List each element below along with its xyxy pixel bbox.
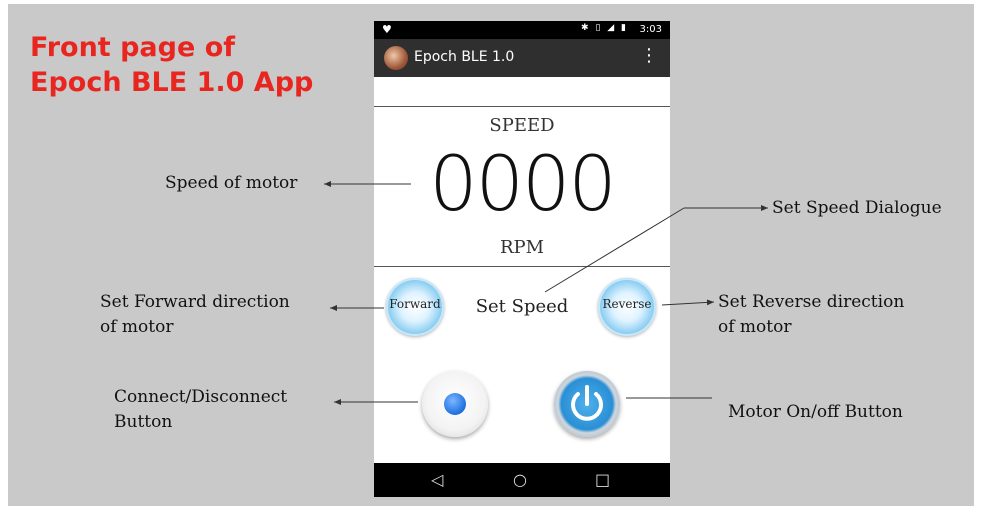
arrow-set-speed — [544, 207, 685, 293]
callout-arrows — [324, 181, 768, 405]
arrow-reverse — [661, 299, 715, 306]
